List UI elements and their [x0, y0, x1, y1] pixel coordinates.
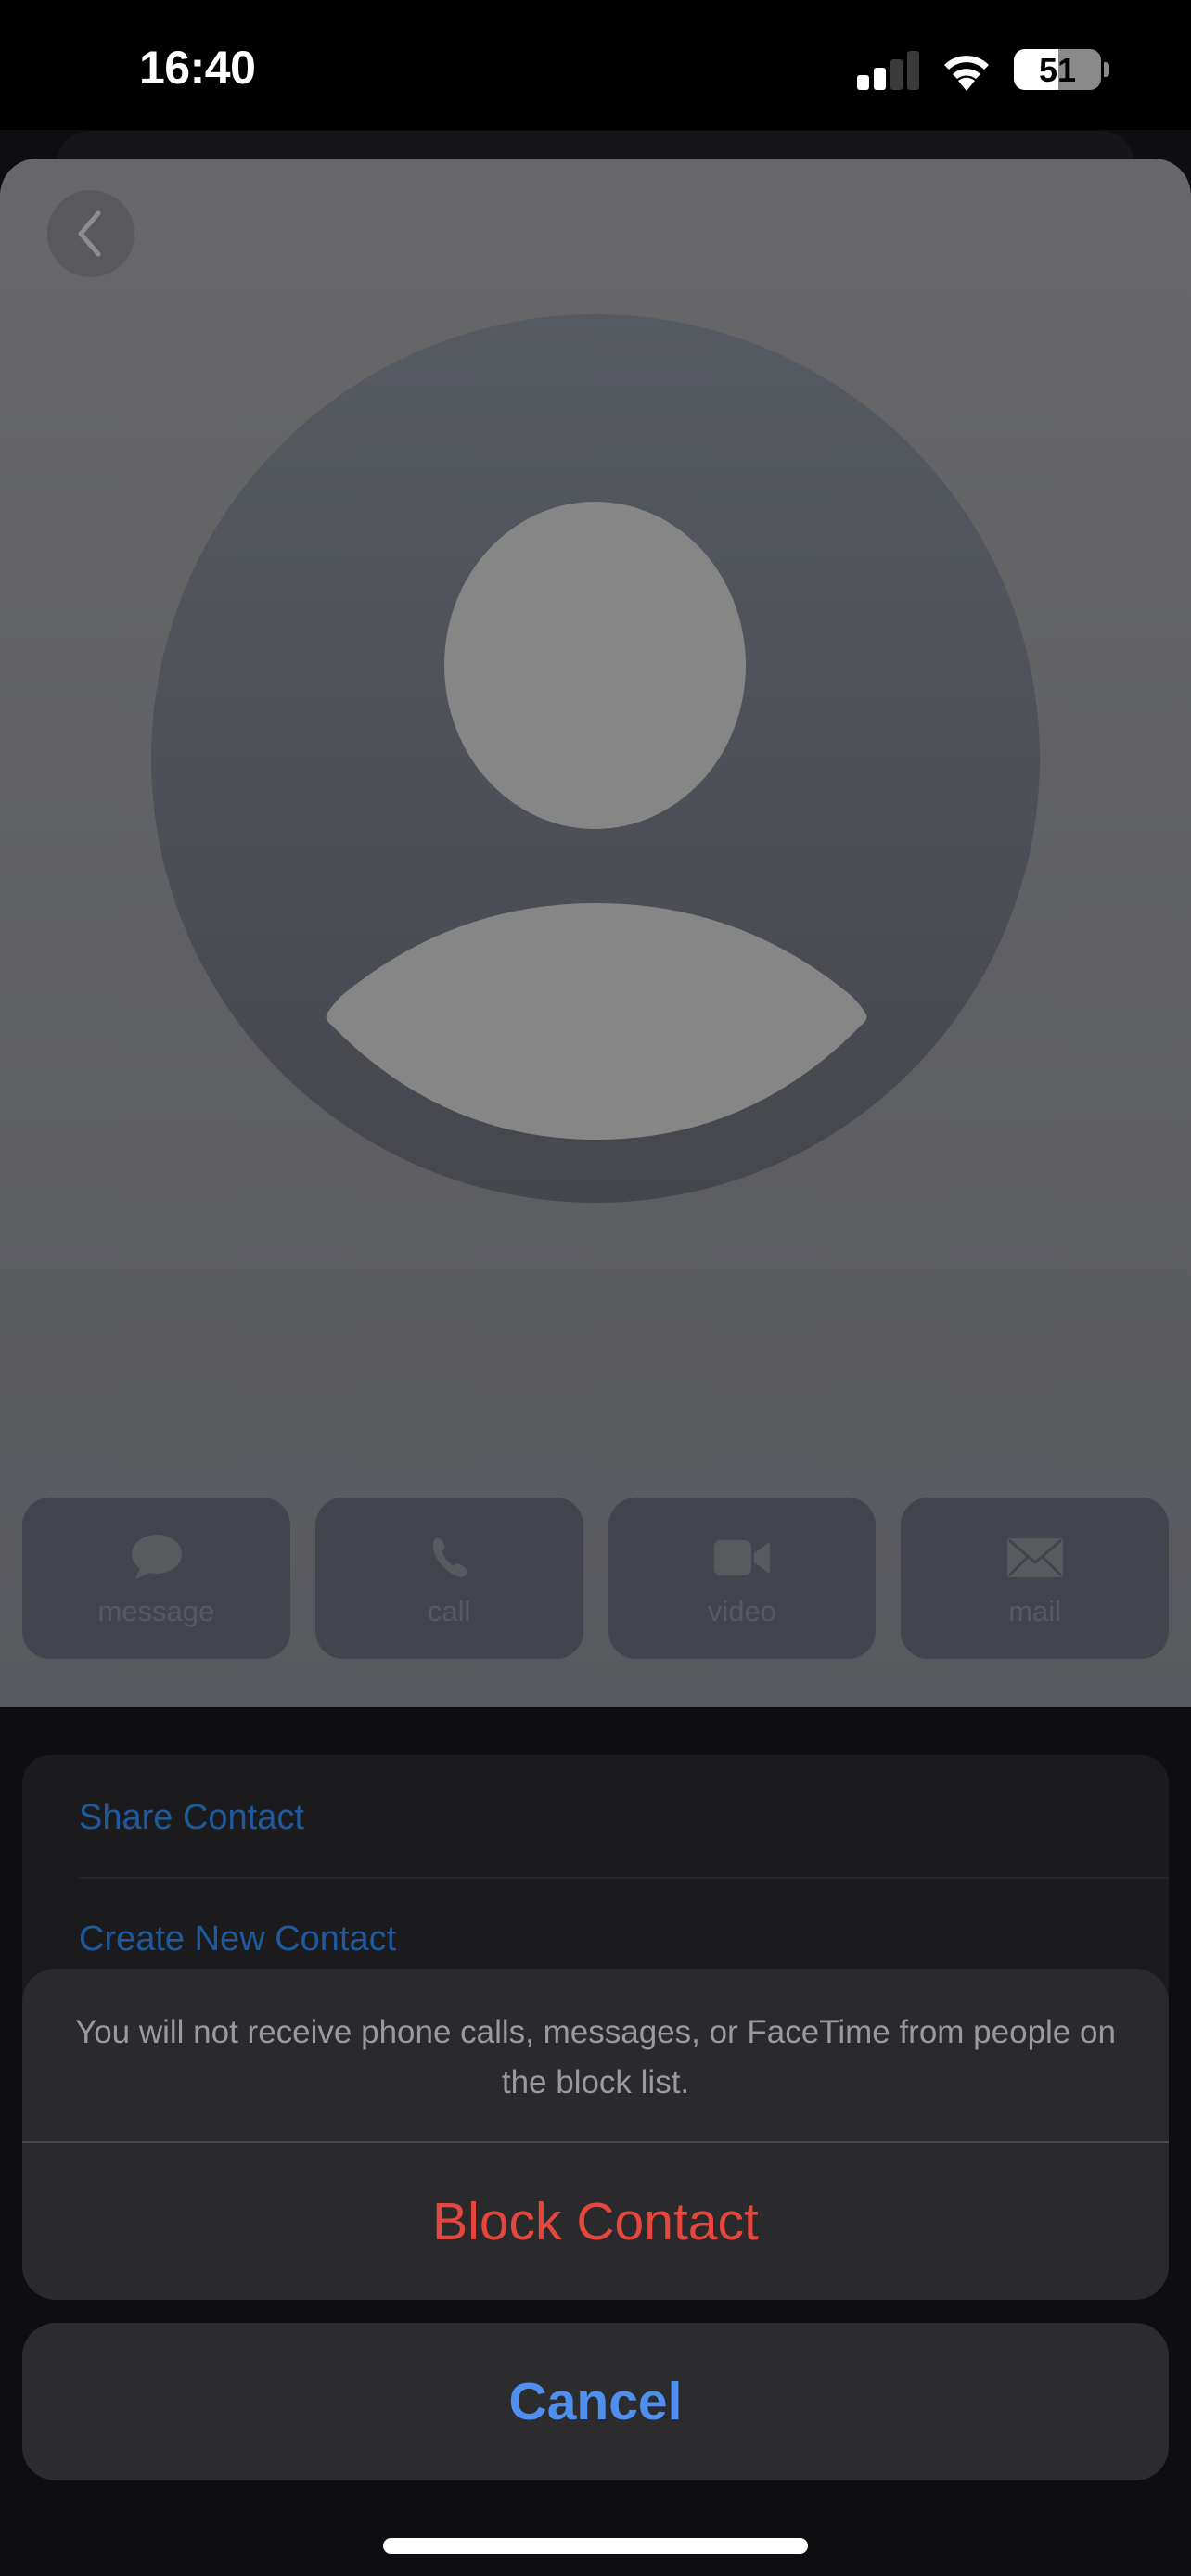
person-placeholder-head	[444, 502, 746, 829]
battery-percent: 51	[1038, 51, 1077, 89]
block-contact-button[interactable]: Block Contact	[22, 2143, 1169, 2300]
mail-button[interactable]: mail	[901, 1498, 1169, 1659]
back-button[interactable]	[47, 190, 134, 277]
person-placeholder-icon	[326, 903, 867, 1140]
message-label: message	[97, 1595, 215, 1627]
video-camera-icon	[713, 1540, 770, 1575]
action-sheet-message: You will not receive phone calls, messag…	[75, 2014, 1116, 2100]
list-separator	[79, 1877, 1169, 1879]
envelope-icon	[1006, 1538, 1063, 1577]
create-new-contact-item[interactable]: Create New Contact	[79, 1919, 396, 1959]
avatar	[151, 314, 1040, 1203]
chevron-left-icon	[78, 210, 101, 257]
share-contact-item[interactable]: Share Contact	[79, 1798, 304, 1838]
call-button[interactable]: call	[314, 1498, 583, 1659]
action-sheet: You will not receive phone calls, messag…	[22, 1969, 1169, 2300]
message-button[interactable]: message	[22, 1498, 290, 1659]
contact-card: message call video mail	[0, 159, 1191, 1707]
battery-icon: 51	[1014, 49, 1101, 90]
cancel-button[interactable]: Cancel	[22, 2323, 1169, 2480]
status-time: 16:40	[139, 42, 256, 94]
video-label: video	[707, 1595, 776, 1627]
mail-label: mail	[1008, 1595, 1062, 1627]
phone-icon	[433, 1537, 468, 1577]
home-indicator[interactable]	[383, 2538, 808, 2554]
cellular-signal-icon	[857, 51, 919, 90]
video-button[interactable]: video	[608, 1498, 877, 1659]
message-bubble-icon	[132, 1535, 183, 1579]
contact-actions: message call video mail	[22, 1498, 1169, 1659]
battery-cap	[1104, 62, 1109, 77]
wifi-icon	[944, 56, 989, 91]
call-label: call	[427, 1595, 471, 1627]
